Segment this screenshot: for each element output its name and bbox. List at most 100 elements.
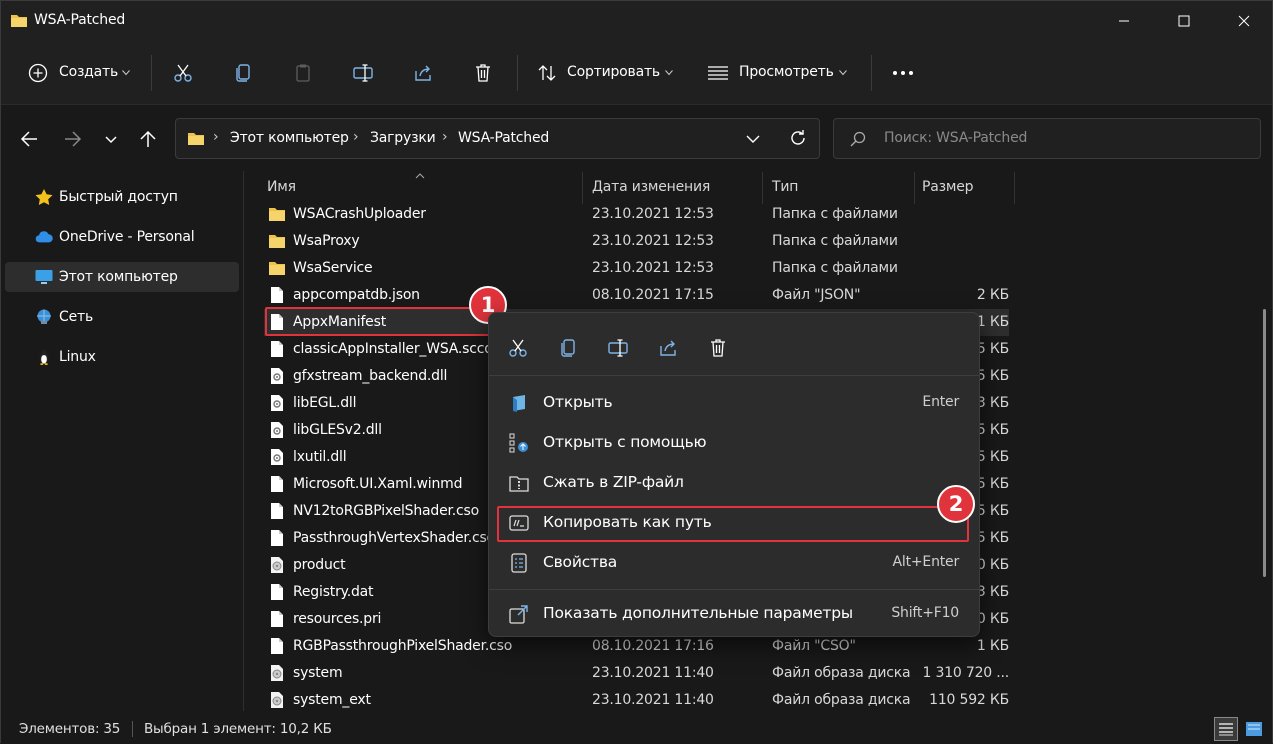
- file-date: 23.10.2021 12:53: [592, 206, 714, 222]
- column-divider: [914, 172, 915, 204]
- ctx-copy-button[interactable]: [556, 336, 580, 360]
- vertical-scrollbar[interactable]: [1263, 309, 1266, 577]
- ctx-share-button[interactable]: [656, 336, 680, 360]
- dll-icon: [271, 368, 283, 384]
- menu-divider: [489, 589, 979, 590]
- view-button[interactable]: Просмотреть: [701, 53, 856, 93]
- chevron-down-icon[interactable]: [746, 134, 760, 144]
- breadcrumb-separator: ›: [353, 129, 359, 145]
- view-list-icon: [708, 66, 728, 80]
- column-header-date[interactable]: Дата изменения: [592, 179, 710, 195]
- file-icon: [271, 503, 283, 519]
- column-header-size[interactable]: Размер: [922, 179, 974, 195]
- menu-item-properties[interactable]: Свойства Alt+Enter: [495, 545, 973, 581]
- column-header-type[interactable]: Тип: [772, 179, 798, 195]
- close-button[interactable]: [1214, 1, 1273, 41]
- search-icon: [850, 131, 866, 147]
- nav-label: Этот компьютер: [59, 269, 178, 285]
- table-row[interactable]: system 23.10.2021 11:40 Файл образа диска 1…: [264, 660, 1009, 687]
- file-size: 5 КБ: [976, 449, 1009, 465]
- chevron-down-icon: [105, 136, 117, 144]
- folder-icon: [269, 235, 285, 248]
- file-size: 5 КБ: [976, 341, 1009, 357]
- table-row[interactable]: system_ext 23.10.2021 11:40 Файл образа ди…: [264, 687, 1009, 714]
- address-bar[interactable]: › Этот компьютер › Загрузки › WSA-Patche…: [175, 118, 820, 159]
- file-size: 0 КБ: [976, 557, 1009, 573]
- sort-icon: [538, 65, 556, 81]
- ctx-delete-button[interactable]: [706, 336, 730, 360]
- file-size: 1 КБ: [976, 314, 1009, 330]
- search-box[interactable]: Поиск: WSA-Patched: [833, 118, 1261, 159]
- file-name: Registry.dat: [293, 584, 374, 600]
- table-row[interactable]: appcompatdb.json 08.10.2021 17:15 Файл "JS…: [264, 282, 1009, 309]
- menu-item-show-more-options[interactable]: Показать дополнительные параметры Shift+…: [495, 596, 973, 632]
- menu-shortcut: Alt+Enter: [892, 554, 960, 570]
- recent-locations-button[interactable]: [99, 125, 123, 153]
- file-date: 23.10.2021 12:53: [592, 233, 714, 249]
- nav-item-onedrive[interactable]: OneDrive - Personal: [5, 222, 239, 252]
- rename-button[interactable]: [345, 53, 381, 93]
- tiles-view-icon: [1246, 722, 1262, 736]
- tiles-view-button[interactable]: [1242, 717, 1266, 741]
- table-row[interactable]: WsaProxy 23.10.2021 12:53 Папка с файлами: [264, 228, 1009, 255]
- cut-button[interactable]: [165, 53, 201, 93]
- more-icon: [893, 71, 913, 75]
- arrow-up-icon: [140, 130, 156, 147]
- file-size: 110 592 КБ: [929, 692, 1009, 708]
- up-button[interactable]: [133, 125, 163, 153]
- file-size: 5 КБ: [976, 503, 1009, 519]
- menu-label: Открыть с помощью: [543, 433, 707, 451]
- refresh-icon[interactable]: [789, 129, 807, 147]
- file-size: 3 КБ: [976, 584, 1009, 600]
- file-name: system_ext: [293, 692, 371, 708]
- column-divider: [582, 172, 583, 204]
- file-size: 0 КБ: [976, 611, 1009, 627]
- nav-item-linux[interactable]: Linux: [5, 342, 239, 372]
- minimize-button[interactable]: [1094, 1, 1154, 41]
- back-button[interactable]: [15, 125, 45, 153]
- context-menu: Открыть Enter Открыть с помощью Сжать в …: [488, 312, 980, 637]
- network-icon: [37, 309, 51, 324]
- new-label: Создать: [59, 64, 119, 80]
- paste-button[interactable]: [285, 53, 321, 93]
- open-app-icon: [513, 395, 525, 412]
- menu-item-open-with[interactable]: Открыть с помощью: [495, 425, 973, 461]
- file-name: lxutil.dll: [293, 449, 347, 465]
- delete-button[interactable]: [465, 53, 501, 93]
- ctx-cut-button[interactable]: [506, 336, 530, 360]
- menu-item-compress-zip[interactable]: Сжать в ZIP-файл: [495, 465, 973, 501]
- trash-icon: [711, 339, 725, 357]
- breadcrumb-item[interactable]: Загрузки: [370, 130, 436, 146]
- details-view-button[interactable]: [1214, 717, 1238, 741]
- breadcrumb-item[interactable]: WSA-Patched: [458, 130, 549, 146]
- nav-item-network[interactable]: Сеть: [5, 302, 239, 332]
- sort-button[interactable]: Сортировать: [531, 53, 681, 93]
- file-name: WsaProxy: [293, 233, 360, 249]
- menu-item-open[interactable]: Открыть Enter: [495, 385, 973, 421]
- folder-icon: [188, 133, 204, 145]
- breadcrumb-separator: ›: [213, 129, 219, 145]
- nav-item-this-pc[interactable]: Этот компьютер: [5, 262, 239, 292]
- file-icon: [271, 584, 283, 600]
- file-date: 23.10.2021 12:53: [592, 260, 714, 276]
- file-name: RGBPassthroughPixelShader.cso: [293, 638, 513, 654]
- menu-label: Открыть: [543, 393, 613, 411]
- table-row[interactable]: WSACrashUploader 23.10.2021 12:53 Папка с …: [264, 201, 1009, 228]
- open-with-icon: [509, 433, 528, 453]
- forward-button[interactable]: [57, 125, 87, 153]
- new-button[interactable]: Создать: [19, 53, 137, 93]
- table-row[interactable]: WsaService 23.10.2021 12:53 Папка с файлам…: [264, 255, 1009, 282]
- table-row[interactable]: RGBPassthroughPixelShader.cso 08.10.2021 …: [264, 633, 1009, 660]
- selection-info: Выбран 1 элемент: 10,2 КБ: [144, 721, 332, 737]
- nav-label: Linux: [59, 349, 96, 365]
- column-header-name[interactable]: Имя: [267, 179, 296, 195]
- copy-button[interactable]: [225, 53, 261, 93]
- view-label: Просмотреть: [739, 64, 834, 80]
- ctx-rename-button[interactable]: [606, 336, 630, 360]
- share-button[interactable]: [405, 53, 441, 93]
- breadcrumb-item[interactable]: Этот компьютер: [230, 130, 349, 146]
- nav-item-quick-access[interactable]: Быстрый доступ: [5, 182, 239, 212]
- more-options-button[interactable]: [885, 53, 921, 93]
- maximize-button[interactable]: [1154, 1, 1214, 41]
- menu-label: Сжать в ZIP-файл: [543, 473, 684, 491]
